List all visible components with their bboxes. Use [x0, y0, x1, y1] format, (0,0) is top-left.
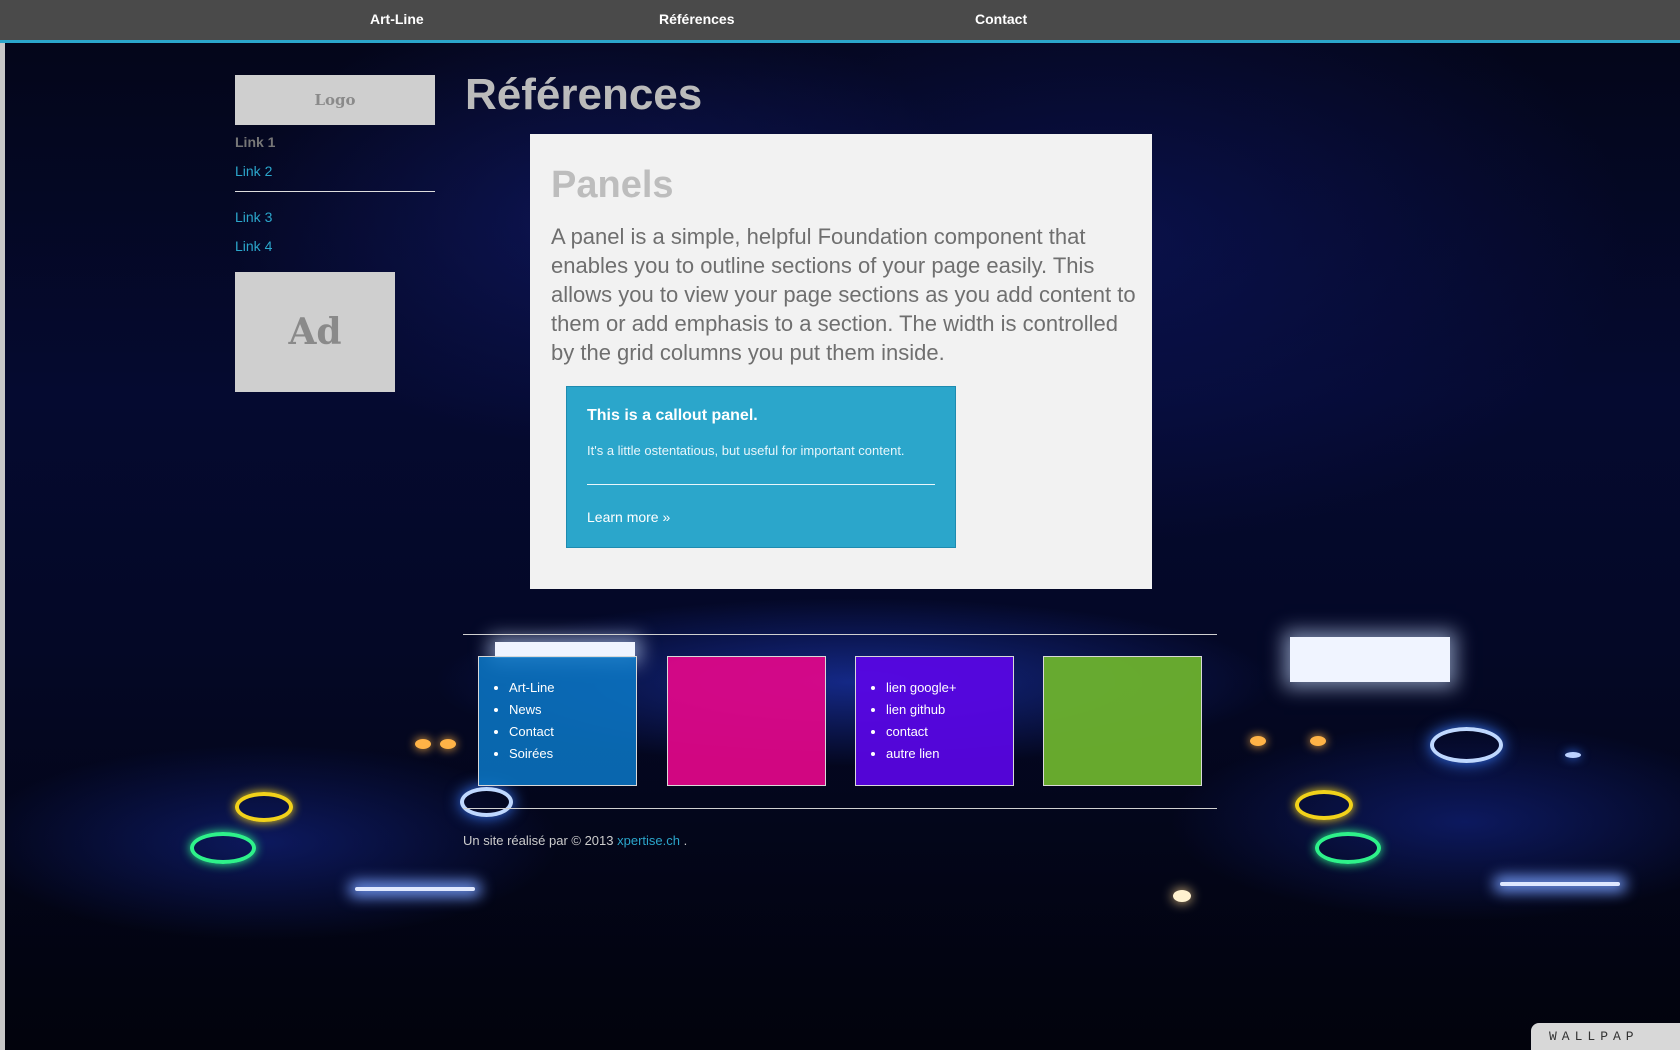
page-title: Références — [465, 70, 703, 119]
footer-link-news[interactable]: News — [509, 702, 542, 717]
footer-link-soirees[interactable]: Soirées — [509, 746, 553, 761]
sidebar-link-1[interactable]: Link 1 — [235, 133, 435, 162]
footer-list-links: lien google+ lien github contact autre l… — [856, 677, 956, 765]
footer-link-contact[interactable]: Contact — [509, 724, 554, 739]
light-dot-white — [1173, 890, 1191, 902]
callout-divider — [587, 484, 935, 485]
footer-tile-magenta — [667, 656, 826, 786]
sidebar-link-3[interactable]: Link 3 — [235, 208, 435, 237]
list-item: News — [509, 699, 555, 721]
light-ring-blue-right — [1430, 727, 1503, 763]
callout-panel: This is a callout panel. It's a little o… — [566, 386, 956, 548]
light-ring-yellow-right — [1295, 790, 1353, 820]
credit-link[interactable]: xpertise.ch — [617, 833, 680, 848]
footer-link-other[interactable]: autre lien — [886, 746, 939, 761]
nav-art-line[interactable]: Art-Line — [370, 11, 424, 27]
light-ring-yellow-left — [235, 792, 293, 822]
light-ring-green-right — [1315, 832, 1381, 864]
credit-prefix: Un site réalisé par © 2013 — [463, 833, 614, 848]
credit-suffix: . — [683, 833, 688, 848]
light-dot-orange-2 — [440, 739, 456, 749]
panel: Panels A panel is a simple, helpful Foun… — [530, 134, 1152, 589]
footer-tile-blue: Art-Line News Contact Soirées — [478, 656, 637, 786]
logo-placeholder[interactable]: Logo — [235, 75, 435, 125]
light-streak-right — [1500, 882, 1620, 886]
list-item: autre lien — [886, 743, 956, 765]
footer-credits: Un site réalisé par © 2013 xpertise.ch . — [463, 833, 687, 848]
callout-text: It's a little ostentatious, but useful f… — [587, 443, 905, 458]
wallpaper-watermark: WALLPAP — [1531, 1023, 1680, 1050]
light-dot-blue — [1565, 752, 1581, 758]
list-item: contact — [886, 721, 956, 743]
footer-top-divider — [463, 634, 1217, 635]
sidebar-link-4[interactable]: Link 4 — [235, 237, 435, 266]
footer-bottom-divider — [463, 808, 1217, 809]
footer-link-contact-2[interactable]: contact — [886, 724, 928, 739]
sidebar-link-2[interactable]: Link 2 — [235, 162, 435, 191]
sidebar-divider — [235, 191, 435, 192]
callout-title: This is a callout panel. — [587, 407, 758, 424]
top-nav-bar: Art-Line Références Contact — [0, 0, 1680, 43]
panel-text: A panel is a simple, helpful Foundation … — [551, 224, 1136, 365]
light-ring-green-left — [190, 832, 256, 864]
list-item: Art-Line — [509, 677, 555, 699]
ad-placeholder[interactable]: Ad — [235, 272, 395, 392]
light-streak-left — [355, 887, 475, 891]
panel-heading: Panels — [551, 164, 674, 206]
sidebar-links: Link 1 Link 2 Link 3 Link 4 — [235, 133, 435, 266]
light-ring-blue-left — [460, 787, 513, 817]
list-item: Soirées — [509, 743, 555, 765]
list-item: lien google+ — [886, 677, 956, 699]
footer-tile-green — [1043, 656, 1202, 786]
light-dot-orange-4 — [1310, 736, 1326, 746]
list-item: lien github — [886, 699, 956, 721]
footer-tile-purple: lien google+ lien github contact autre l… — [855, 656, 1014, 786]
list-item: Contact — [509, 721, 555, 743]
learn-more-link[interactable]: Learn more » — [587, 509, 670, 525]
footer-link-google-plus[interactable]: lien google+ — [886, 680, 956, 695]
footer-list-site: Art-Line News Contact Soirées — [479, 677, 555, 765]
nav-contact[interactable]: Contact — [975, 11, 1027, 27]
footer-link-github[interactable]: lien github — [886, 702, 945, 717]
nav-references[interactable]: Références — [659, 11, 735, 27]
deck-screen-right — [1290, 637, 1450, 682]
footer-link-art-line[interactable]: Art-Line — [509, 680, 555, 695]
left-edge-strip — [0, 42, 5, 1050]
light-dot-orange-1 — [415, 739, 431, 749]
light-dot-orange-3 — [1250, 736, 1266, 746]
